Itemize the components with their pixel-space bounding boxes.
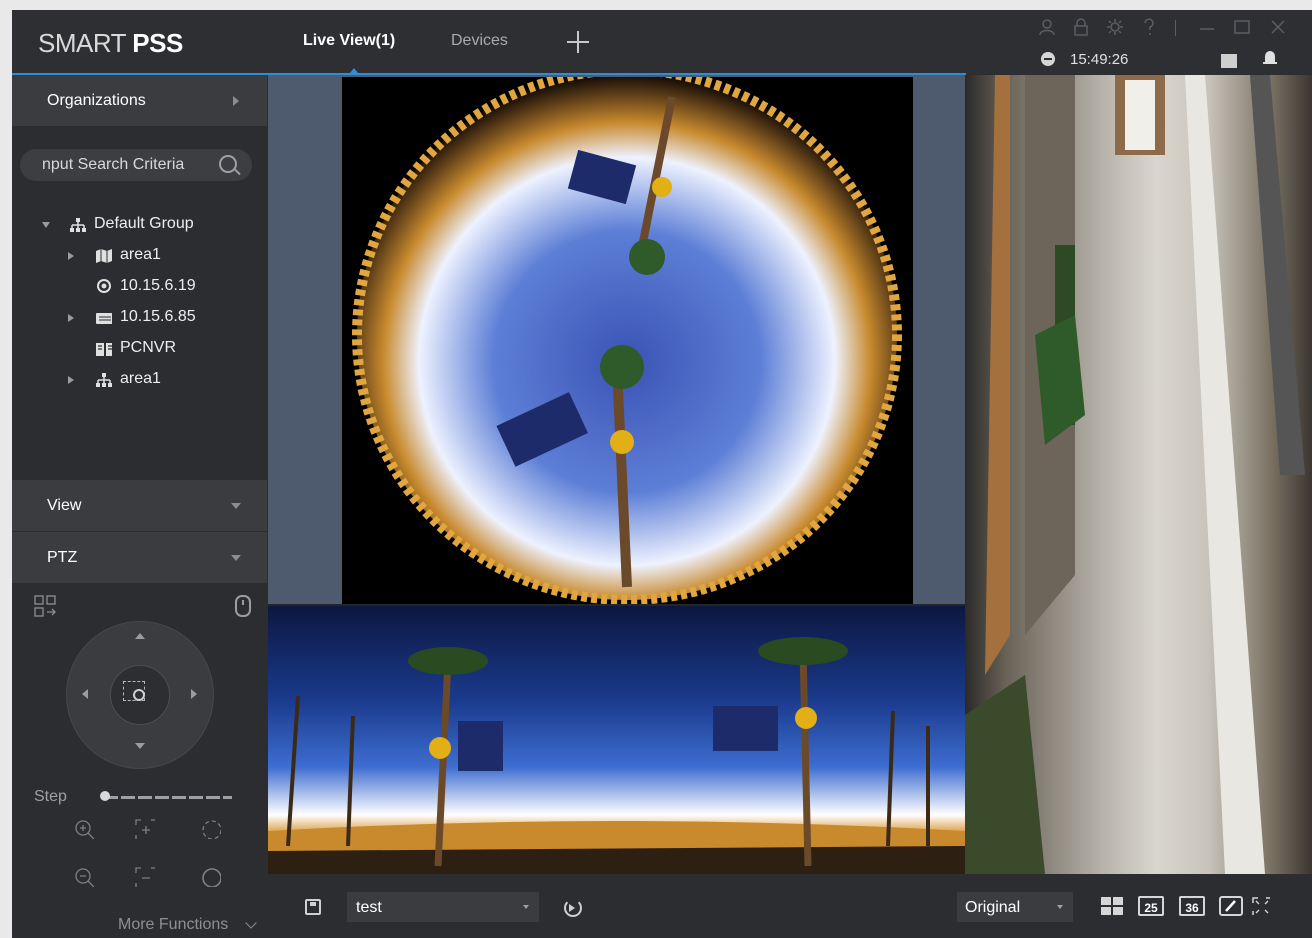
zoom-in-icon[interactable] xyxy=(74,819,94,839)
dropdown-caret-icon xyxy=(523,905,529,909)
search-icon[interactable] xyxy=(219,155,237,173)
fullscreen-icon[interactable] xyxy=(1252,897,1270,915)
view-header[interactable]: View xyxy=(12,480,267,531)
ptz-header[interactable]: PTZ xyxy=(12,532,267,583)
organizations-label: Organizations xyxy=(47,92,146,109)
tab-live-view[interactable]: Live View(1) xyxy=(303,32,395,50)
tree-item-label: area1 xyxy=(120,246,161,263)
expand-right-icon[interactable] xyxy=(68,252,74,260)
left-sidebar: Organizations Default Group area1 10.15.… xyxy=(12,75,267,938)
pan-right-icon[interactable] xyxy=(191,689,197,699)
expand-right-icon[interactable] xyxy=(68,376,74,384)
settings-gear-icon[interactable] xyxy=(1106,18,1124,36)
zoom-out-icon[interactable] xyxy=(74,867,94,887)
minimize-icon[interactable] xyxy=(1199,18,1215,36)
tree-item-camera[interactable]: 10.15.6.19 xyxy=(94,277,254,303)
chevron-down-icon xyxy=(231,555,241,561)
tree-item-label: 10.15.6.19 xyxy=(120,277,196,294)
refresh-icon[interactable] xyxy=(564,899,582,917)
expand-down-icon[interactable] xyxy=(42,222,50,228)
title-separator xyxy=(1175,20,1176,36)
split-4-layout-icon[interactable] xyxy=(1100,896,1124,916)
map-icon xyxy=(96,249,112,263)
preset-grid-icon[interactable] xyxy=(34,595,56,617)
group-icon xyxy=(96,373,112,387)
add-tab-button[interactable] xyxy=(564,28,592,56)
video-pane-fisheye[interactable] xyxy=(268,75,965,604)
clock-time: 15:49:26 xyxy=(1070,51,1129,68)
pan-up-icon[interactable] xyxy=(135,633,145,639)
tab-devices[interactable]: Devices xyxy=(451,32,508,50)
pcnvr-icon xyxy=(96,343,112,356)
layout-25-button[interactable]: 25 xyxy=(1138,896,1164,916)
fisheye-frame xyxy=(342,77,913,604)
clock-icon xyxy=(1041,52,1055,66)
organizations-header[interactable]: Organizations xyxy=(12,75,267,126)
tree-item-label: 10.15.6.85 xyxy=(120,308,196,325)
close-icon[interactable] xyxy=(1270,18,1286,36)
group-icon xyxy=(70,218,86,232)
stream-select[interactable]: Original xyxy=(957,892,1073,922)
help-icon[interactable] xyxy=(1142,18,1156,36)
view-select-value: test xyxy=(356,899,382,916)
search-input[interactable] xyxy=(42,156,212,174)
app-logo: SMART PSS xyxy=(38,28,183,58)
title-bar: SMART PSS Live View(1) Devices 15:49:26 xyxy=(12,10,1312,75)
ptz-label: PTZ xyxy=(47,549,78,566)
focus-far-icon[interactable] xyxy=(135,867,155,887)
tree-item-pcnvr[interactable]: PCNVR xyxy=(94,339,254,365)
more-functions-link[interactable]: More Functions xyxy=(118,916,228,934)
chevron-down-icon xyxy=(231,503,241,509)
nvr-device-icon xyxy=(96,313,112,324)
chevron-right-icon xyxy=(233,96,239,106)
panorama-image xyxy=(268,637,965,874)
live-view-toolbar: test Original 25 36 xyxy=(268,874,1312,938)
tree-item-label: PCNVR xyxy=(120,339,177,356)
tree-item-label: area1 xyxy=(120,370,161,387)
view-label: View xyxy=(47,497,82,514)
tree-item-area1-group[interactable]: area1 xyxy=(68,370,258,396)
tree-item-label: Default Group xyxy=(94,215,194,232)
step-slider-handle[interactable] xyxy=(100,791,110,801)
tree-item-area1[interactable]: area1 xyxy=(68,246,258,272)
tree-item-nvr[interactable]: 10.15.6.85 xyxy=(68,308,258,334)
mouse-icon[interactable] xyxy=(235,595,251,617)
lock-icon[interactable] xyxy=(1072,18,1090,36)
dropdown-caret-icon xyxy=(1057,905,1063,909)
pan-down-icon[interactable] xyxy=(135,743,145,749)
step-slider-track[interactable] xyxy=(104,796,232,799)
video-pane-panorama[interactable] xyxy=(268,606,965,874)
fisheye-image xyxy=(352,77,902,604)
cpu-usage-icon[interactable] xyxy=(1221,54,1237,68)
user-icon[interactable] xyxy=(1038,18,1056,36)
smart-pss-window: SMART PSS Live View(1) Devices 15:49:26 … xyxy=(12,10,1312,938)
ptz-control-panel: Step More Functions xyxy=(12,583,267,938)
video-grid xyxy=(268,75,1312,874)
chevron-down-icon[interactable] xyxy=(245,917,257,929)
video-pane-corridor[interactable] xyxy=(965,75,1312,874)
focus-near-icon[interactable] xyxy=(135,819,155,839)
tree-item-default-group[interactable]: Default Group xyxy=(42,215,262,241)
view-select[interactable]: test xyxy=(347,892,539,922)
alarm-bell-icon[interactable] xyxy=(1263,51,1277,67)
step-label: Step xyxy=(34,788,67,805)
camera-icon xyxy=(97,279,111,293)
maximize-icon[interactable] xyxy=(1234,18,1250,36)
stream-select-value: Original xyxy=(965,899,1021,916)
save-view-icon[interactable] xyxy=(305,899,321,915)
pan-left-icon[interactable] xyxy=(82,689,88,699)
layout-36-button[interactable]: 36 xyxy=(1179,896,1205,916)
custom-layout-edit-icon[interactable] xyxy=(1219,896,1243,916)
zoom-area-icon[interactable] xyxy=(123,681,145,701)
iris-open-icon[interactable] xyxy=(201,819,221,839)
search-box xyxy=(20,149,252,181)
iris-close-icon[interactable] xyxy=(201,867,221,887)
expand-right-icon[interactable] xyxy=(68,314,74,322)
corridor-image xyxy=(965,75,1305,874)
